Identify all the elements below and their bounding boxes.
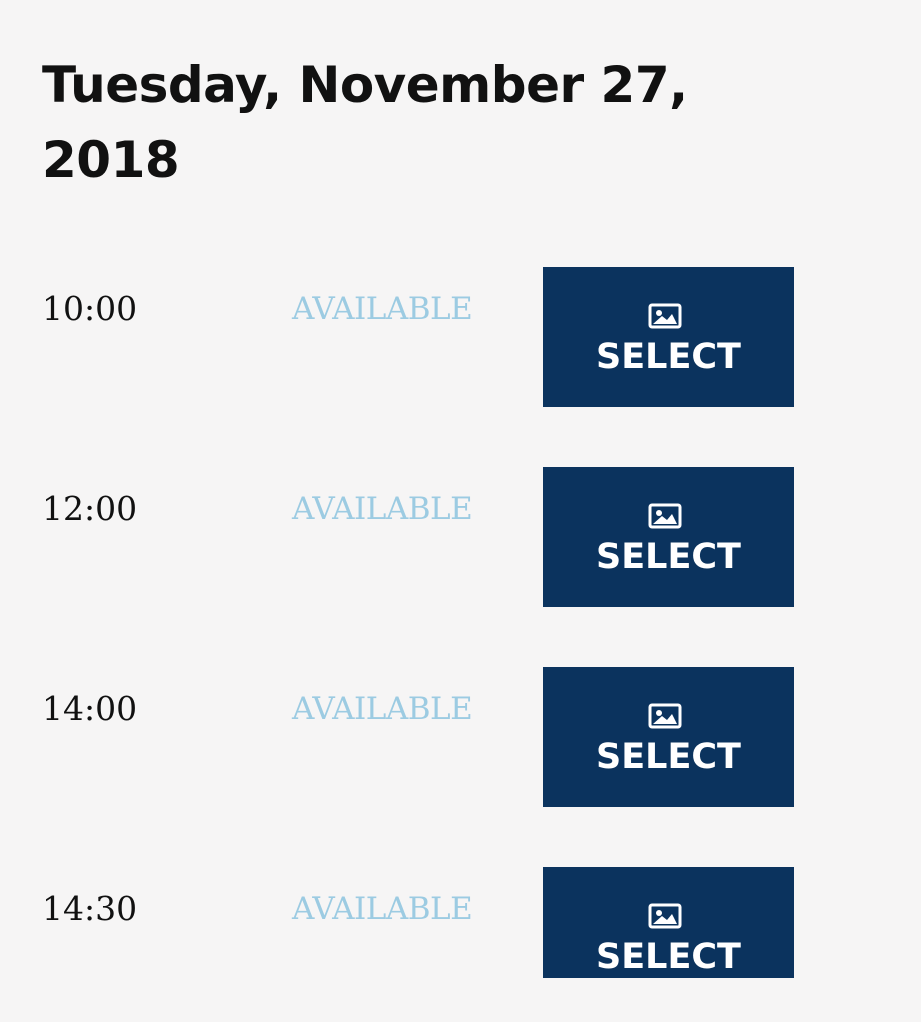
time-slot-row: 14:30 AVAILABLE SELECT — [0, 867, 921, 1007]
select-button-label: SELECT — [596, 737, 741, 777]
select-button-label: SELECT — [596, 937, 741, 977]
slot-status: AVAILABLE — [292, 691, 473, 727]
image-icon — [648, 503, 682, 529]
select-button-label: SELECT — [596, 337, 741, 377]
time-slot-row: 12:00 AVAILABLE SELECT — [0, 467, 921, 607]
image-icon — [648, 903, 682, 929]
time-slot-list: 10:00 AVAILABLE SELECT 12:00 AVAILABLE S… — [0, 0, 921, 1022]
image-icon — [648, 703, 682, 729]
booking-panel: Tuesday, November 27, 2018 10:00 AVAILAB… — [0, 0, 923, 1024]
time-slot-row: 14:00 AVAILABLE SELECT — [0, 667, 921, 807]
slot-time: 14:30 — [42, 889, 138, 928]
slot-time: 10:00 — [42, 289, 138, 328]
slot-time: 14:00 — [42, 689, 138, 728]
time-slot-row: 10:00 AVAILABLE SELECT — [0, 267, 921, 407]
slot-status: AVAILABLE — [292, 291, 473, 327]
select-button[interactable]: SELECT — [543, 267, 794, 407]
slot-time: 12:00 — [42, 489, 138, 528]
slot-status: AVAILABLE — [292, 891, 473, 927]
image-icon — [648, 303, 682, 329]
select-button-label: SELECT — [596, 537, 741, 577]
select-button[interactable]: SELECT — [543, 667, 794, 807]
select-button[interactable]: SELECT — [543, 867, 794, 978]
slot-status: AVAILABLE — [292, 491, 473, 527]
select-button[interactable]: SELECT — [543, 467, 794, 607]
